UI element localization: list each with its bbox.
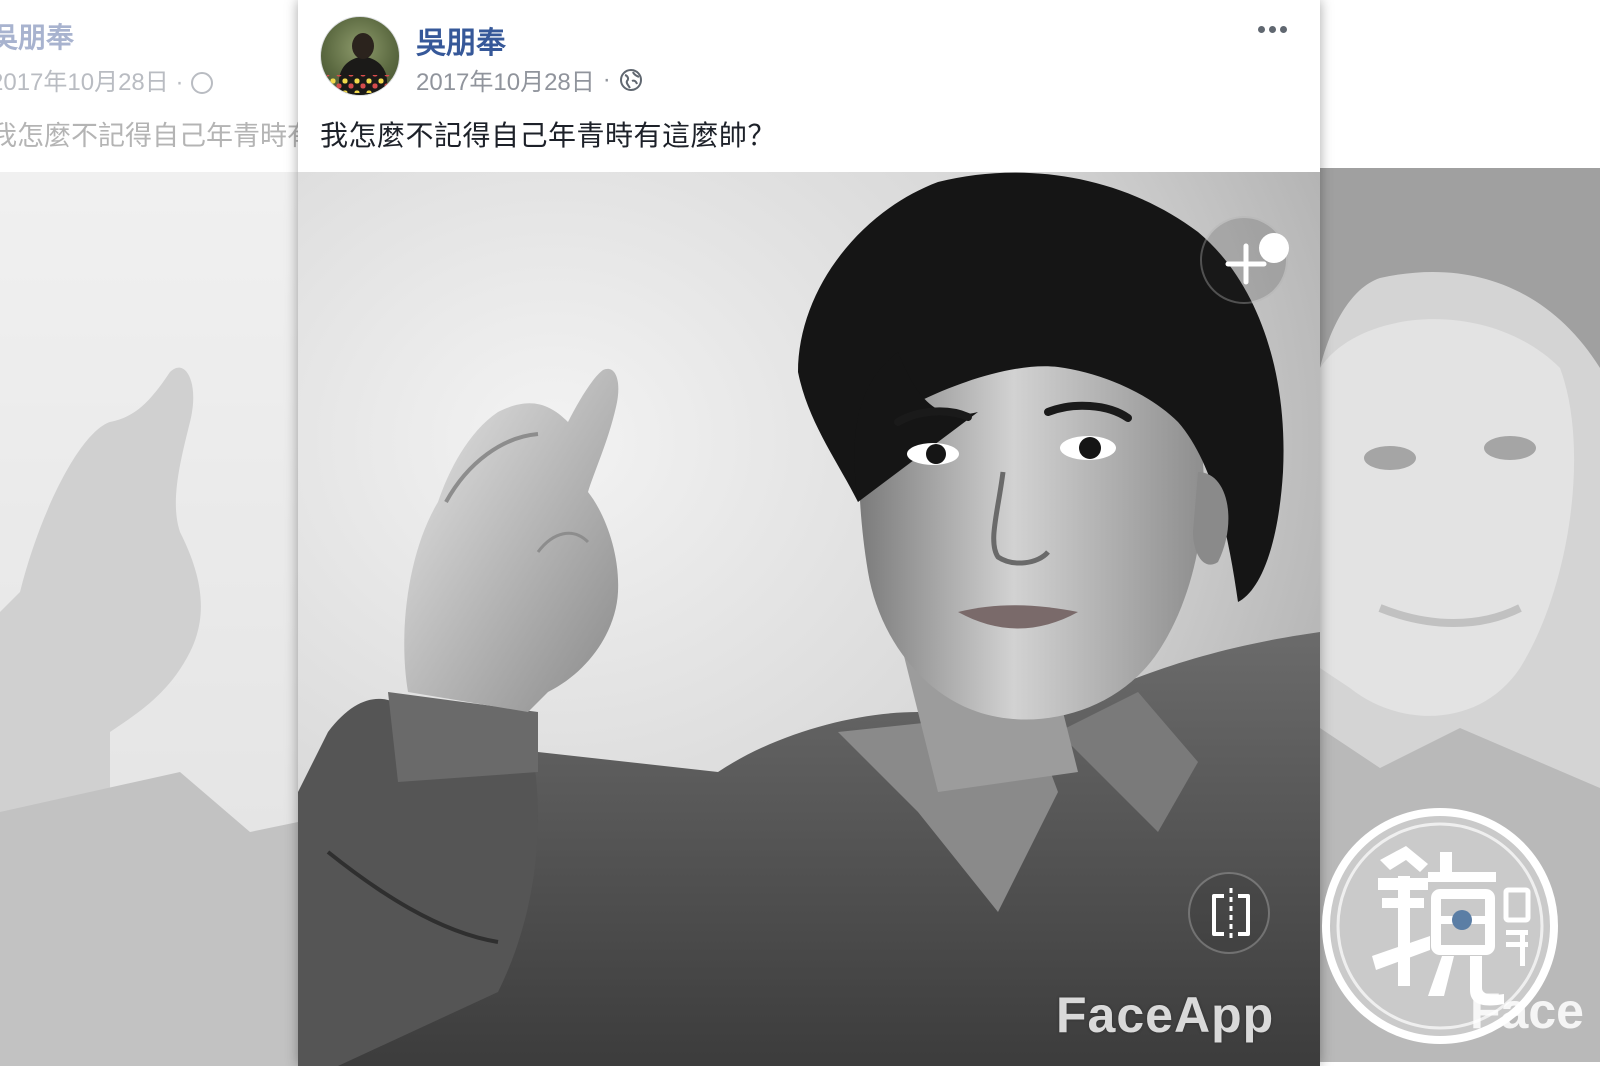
background-left-date: 2017年10月28日 · bbox=[0, 62, 214, 97]
globe-icon[interactable] bbox=[619, 68, 643, 92]
add-photo-icon bbox=[1225, 233, 1289, 285]
mirror-weekly-logo bbox=[1322, 808, 1558, 1044]
portrait-photo-art bbox=[298, 172, 1320, 1066]
background-left-fade bbox=[0, 172, 298, 1066]
background-left-text: 我怎麼不記得自己年青時有這麼帥 bbox=[0, 121, 298, 151]
post-text: 我怎麼不記得自己年青時有這麼帥？ bbox=[320, 120, 777, 151]
more-icon-dot bbox=[1268, 25, 1276, 33]
avatar-flowers bbox=[327, 75, 397, 93]
meta-separator: · bbox=[602, 65, 611, 93]
add-photo-button[interactable] bbox=[1200, 216, 1289, 304]
facebook-post: 吳朋奉 2017年10月28日 · 我怎麼不記得自己年青時有這麼帥？ FaceA… bbox=[298, 0, 1320, 1066]
faceapp-watermark: FaceApp bbox=[1056, 987, 1275, 1043]
compare-button[interactable] bbox=[1188, 872, 1270, 954]
background-left-copy: 吳朋奉 2017年10月28日 · 我怎麼不記得自己年青時有這麼帥 bbox=[0, 0, 298, 1066]
background-left-date-text: 2017年10月28日 · bbox=[0, 69, 184, 96]
avatar-head bbox=[352, 33, 374, 59]
more-icon-dot bbox=[1279, 25, 1287, 33]
more-options-button[interactable] bbox=[1252, 16, 1292, 42]
more-icon-dot bbox=[1257, 25, 1265, 33]
post-date-link[interactable]: 2017年10月28日 bbox=[416, 62, 595, 97]
globe-icon bbox=[191, 72, 214, 94]
author-avatar[interactable] bbox=[320, 16, 400, 96]
author-name-link[interactable]: 吳朋奉 bbox=[416, 18, 506, 62]
post-meta: 2017年10月28日 · bbox=[416, 62, 643, 97]
background-left-photo bbox=[0, 172, 298, 1066]
background-left-author: 吳朋奉 bbox=[0, 22, 75, 53]
background-right-header bbox=[1320, 0, 1600, 168]
post-photo[interactable]: FaceApp bbox=[298, 172, 1320, 1066]
compare-icon bbox=[1212, 888, 1250, 942]
